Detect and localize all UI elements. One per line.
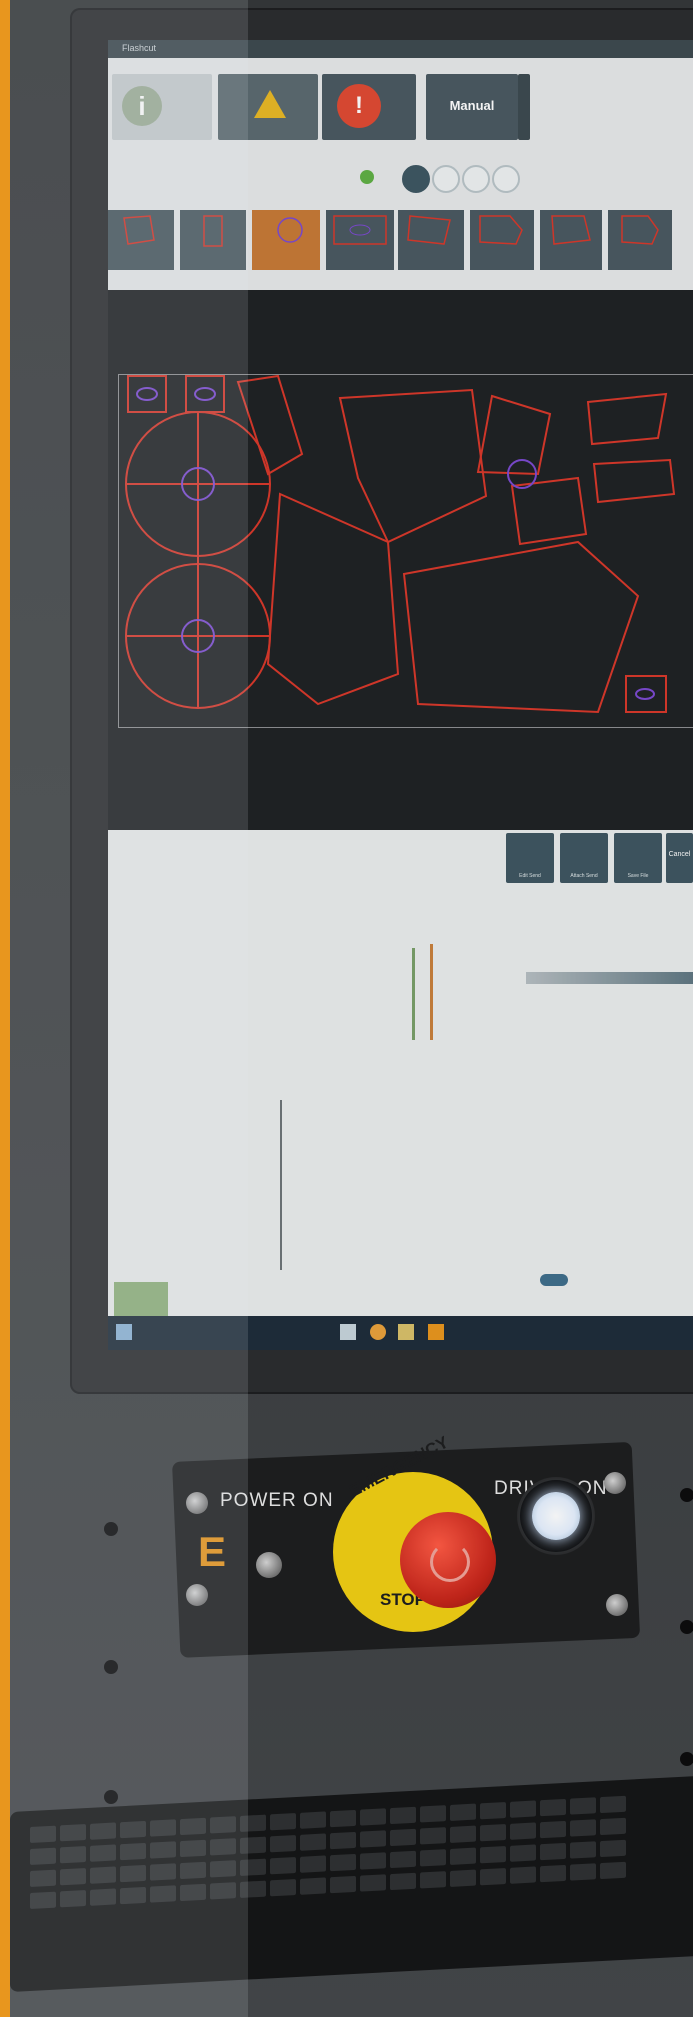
translucent-overlay-band [10, 0, 248, 2017]
photo-scene: Flashcut i ! Manual Edit Send Attach Sen… [0, 0, 693, 2017]
orange-border-strip [0, 0, 10, 2017]
photo-shading [248, 0, 693, 2017]
